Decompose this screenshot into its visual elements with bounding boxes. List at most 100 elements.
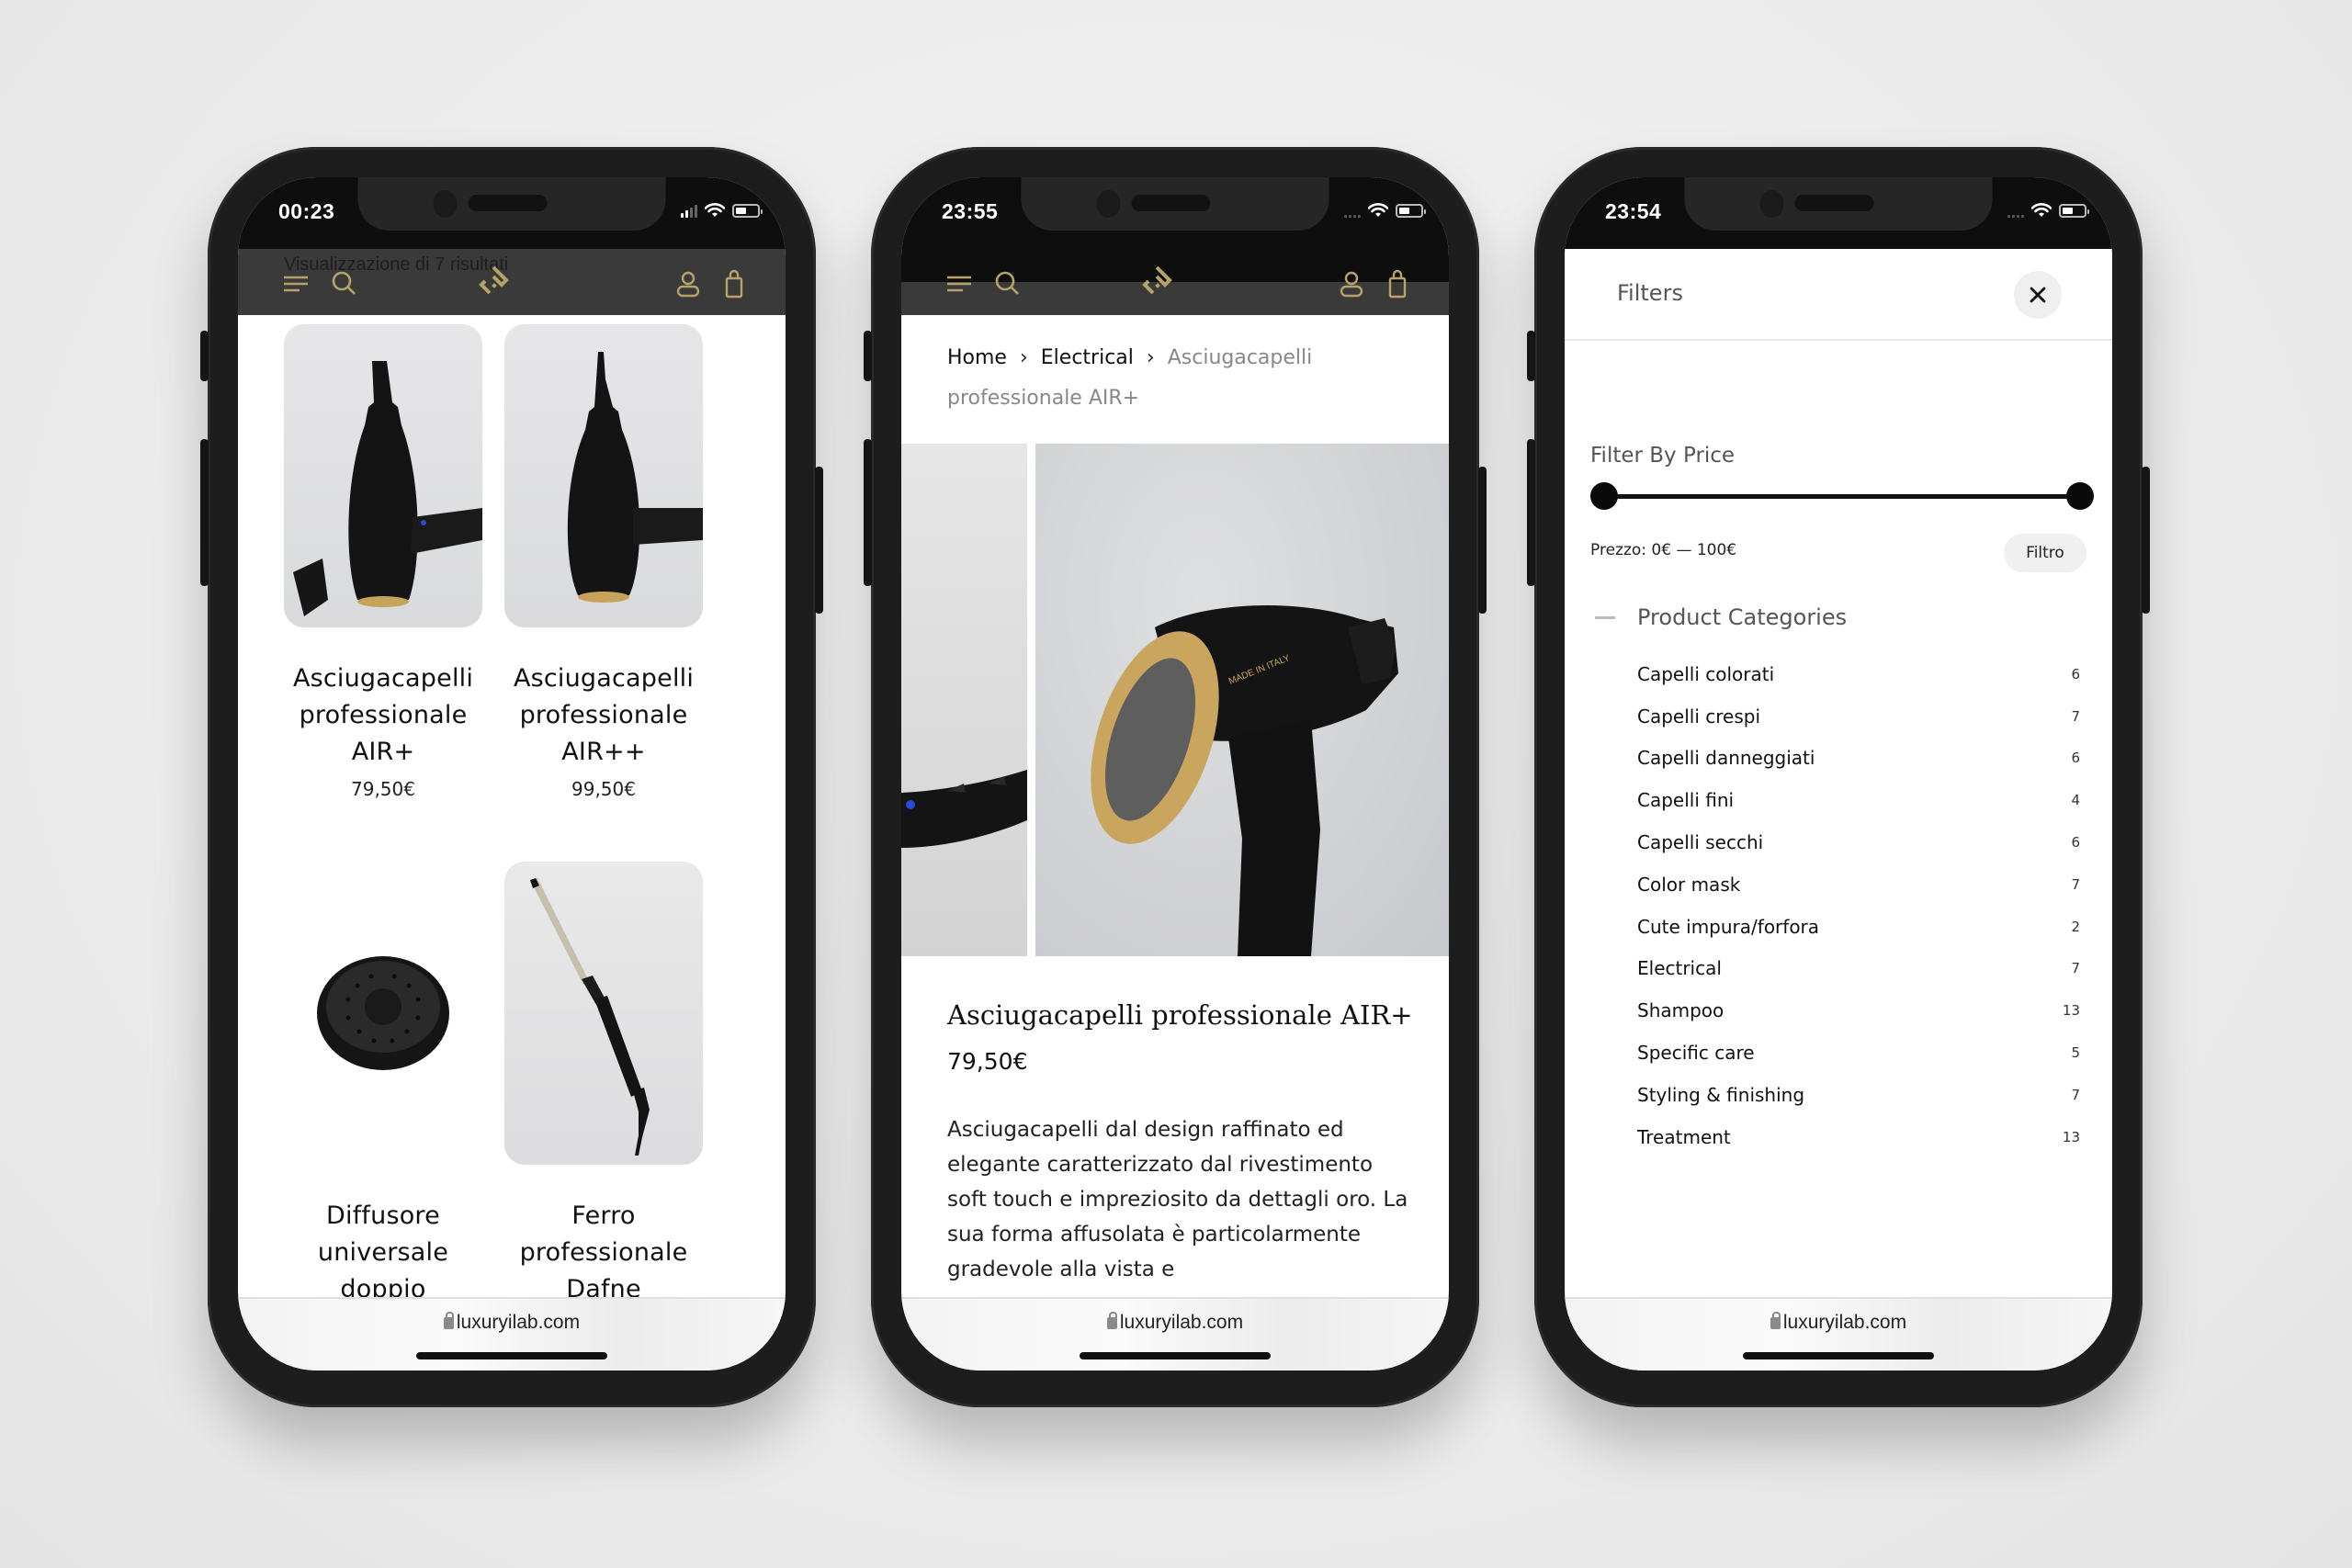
lock-icon <box>443 1312 454 1329</box>
category-item[interactable]: Capelli fini 4 <box>1637 779 2080 821</box>
home-indicator[interactable] <box>1080 1352 1271 1359</box>
menu-icon[interactable] <box>945 269 975 299</box>
category-item[interactable]: Capelli crespi 7 <box>1637 695 2080 738</box>
browser-bottom-bar: luxuryilab.com <box>238 1297 786 1371</box>
category-count: 4 <box>2071 792 2080 809</box>
product-card[interactable]: Diffusore universale doppio <box>284 862 482 1297</box>
category-count: 7 <box>2071 707 2080 725</box>
filters-title: Filters <box>1617 280 1683 306</box>
site-header <box>901 249 1449 315</box>
slider-handle-min[interactable] <box>1590 482 1618 510</box>
product-title[interactable]: Asciugacapelli professionale AIR+ <box>284 660 482 771</box>
category-count: 6 <box>2071 834 2080 852</box>
category-name[interactable]: Cute impura/forfora <box>1637 916 1819 938</box>
breadcrumb-electrical[interactable]: Electrical <box>1041 346 1134 369</box>
category-name[interactable]: Capelli fini <box>1637 789 1734 811</box>
search-icon[interactable] <box>993 269 1023 299</box>
status-time: 23:55 <box>942 199 999 223</box>
category-count: 6 <box>2071 665 2080 682</box>
product-title[interactable]: Diffusore universale doppio <box>284 1198 482 1297</box>
category-name[interactable]: Electrical <box>1637 957 1722 979</box>
filters-header: Filters <box>1565 249 2112 341</box>
breadcrumb-home[interactable]: Home <box>947 346 1007 369</box>
address-bar[interactable]: luxuryilab.com <box>1565 1312 2112 1334</box>
product-price: 99,50€ <box>571 778 636 800</box>
site-header: Visualizzazione di 7 risultati <box>238 249 786 315</box>
screen: 23:55 Home › Electrical › Asciugacapelli… <box>901 177 1449 1371</box>
battery-icon <box>2059 203 2089 218</box>
home-indicator[interactable] <box>1743 1352 1934 1359</box>
category-item[interactable]: Electrical 7 <box>1637 948 2080 990</box>
search-icon[interactable] <box>330 269 359 299</box>
category-name[interactable]: Capelli colorati <box>1637 663 1774 685</box>
product-card[interactable]: Ferro professionale Dafne <box>504 862 703 1297</box>
product-card[interactable]: Asciugacapelli professionale AIR++ 99,50… <box>504 324 703 800</box>
product-categories-label: Product Categories <box>1637 604 1848 630</box>
logo-icon[interactable] <box>475 264 512 300</box>
product-image[interactable] <box>284 324 482 627</box>
category-item[interactable]: Capelli secchi 6 <box>1637 821 2080 863</box>
status-bar: 23:55 <box>901 177 1449 249</box>
cart-bag-icon[interactable] <box>1383 269 1412 299</box>
category-name[interactable]: Shampoo <box>1637 999 1724 1021</box>
phone-product-detail: 23:55 Home › Electrical › Asciugacapelli… <box>864 147 1487 1407</box>
category-item[interactable]: Specific care 5 <box>1637 1032 2080 1074</box>
status-bar: 23:54 <box>1565 177 2112 249</box>
category-name[interactable]: Capelli danneggiati <box>1637 747 1815 769</box>
notch <box>1021 177 1329 231</box>
phone-filters: 23:54 Filters Filter By Price Prezzo: 0€… <box>1527 147 2150 1407</box>
address-bar[interactable]: luxuryilab.com <box>901 1312 1449 1334</box>
collapse-icon <box>1595 615 1615 619</box>
category-item[interactable]: Cute impura/forfora 2 <box>1637 906 2080 948</box>
category-name[interactable]: Color mask <box>1637 874 1740 896</box>
gallery-image-main[interactable]: MADE IN ITALY <box>1035 444 1449 956</box>
product-image[interactable] <box>284 862 482 1165</box>
wifi-icon <box>2031 203 2052 217</box>
category-item[interactable]: Shampoo 13 <box>1637 989 2080 1032</box>
product-description: Asciugacapelli dal design raffinato ed e… <box>947 1118 1408 1281</box>
menu-icon[interactable] <box>282 269 311 299</box>
price-range-slider[interactable] <box>1590 482 2094 510</box>
phone-product-list: 00:23 Visualizzazione di 7 risultati Asc… <box>200 147 823 1407</box>
category-count: 13 <box>2062 1128 2080 1145</box>
signal-icon <box>681 203 697 218</box>
product-image[interactable] <box>504 324 703 627</box>
logo-icon[interactable] <box>1138 264 1175 300</box>
category-name[interactable]: Styling & finishing <box>1637 1084 1804 1106</box>
category-item[interactable]: Capelli danneggiati 6 <box>1637 738 2080 780</box>
slider-track <box>1603 494 2081 499</box>
gallery-image-prev[interactable] <box>901 444 1027 956</box>
price-range-text: Prezzo: 0€ — 100€ <box>1590 541 1737 559</box>
home-indicator[interactable] <box>416 1352 607 1359</box>
category-name[interactable]: Capelli crespi <box>1637 705 1760 728</box>
status-time: 00:23 <box>278 199 335 223</box>
phone-mute-switch <box>200 331 209 381</box>
category-name[interactable]: Capelli secchi <box>1637 831 1763 853</box>
category-item[interactable]: Treatment 13 <box>1637 1116 2080 1158</box>
product-gallery[interactable]: MADE IN ITALY <box>901 444 1449 958</box>
category-item[interactable]: Styling & finishing 7 <box>1637 1074 2080 1116</box>
account-icon[interactable] <box>673 269 703 299</box>
category-name[interactable]: Treatment <box>1637 1126 1731 1148</box>
product-image[interactable] <box>504 862 703 1165</box>
category-item[interactable]: Color mask 7 <box>1637 863 2080 906</box>
close-icon <box>2030 287 2046 303</box>
account-icon[interactable] <box>1337 269 1366 299</box>
product-title[interactable]: Ferro professionale Dafne <box>504 1198 703 1297</box>
product-grid: Asciugacapelli professionale AIR+ 79,50€… <box>238 315 786 1297</box>
close-filters-button[interactable] <box>2014 271 2062 319</box>
category-count: 5 <box>2071 1044 2080 1062</box>
url-text: luxuryilab.com <box>1782 1312 1907 1333</box>
chevron-right-icon: › <box>1019 346 1028 369</box>
cart-bag-icon[interactable] <box>719 269 749 299</box>
product-categories-toggle[interactable]: Product Categories <box>1595 604 1847 630</box>
product-card[interactable]: Asciugacapelli professionale AIR+ 79,50€ <box>284 324 482 800</box>
address-bar[interactable]: luxuryilab.com <box>238 1312 786 1334</box>
apply-filter-button[interactable]: Filtro <box>2004 534 2086 572</box>
lock-icon <box>1106 1312 1117 1329</box>
category-item[interactable]: Capelli colorati 6 <box>1637 653 2080 695</box>
category-name[interactable]: Specific care <box>1637 1042 1755 1064</box>
slider-handle-max[interactable] <box>2066 482 2094 510</box>
browser-bottom-bar: luxuryilab.com <box>901 1297 1449 1371</box>
product-title[interactable]: Asciugacapelli professionale AIR++ <box>504 660 703 771</box>
